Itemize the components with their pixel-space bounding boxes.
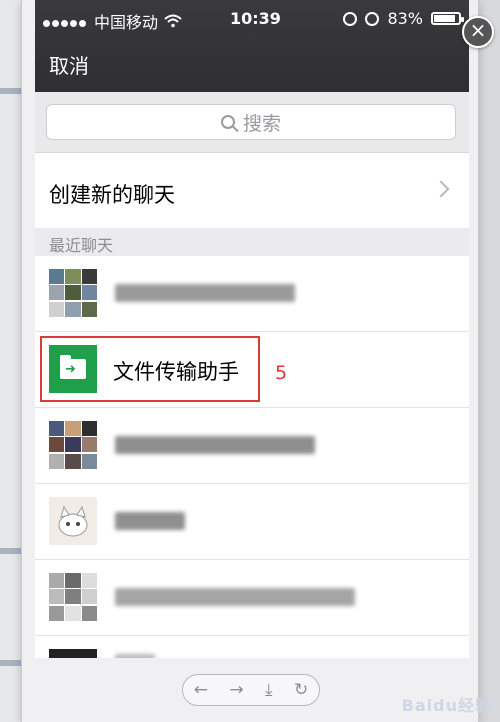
simulator-toolbar: ← → ⤓ ↻ <box>182 674 320 706</box>
obscured-chat-name <box>115 588 355 606</box>
status-time: 10:39 <box>230 9 281 28</box>
list-item[interactable] <box>35 636 469 658</box>
download-icon[interactable]: ⤓ <box>265 680 273 700</box>
group-avatar <box>49 421 97 469</box>
back-arrow-icon[interactable]: ← <box>194 680 208 700</box>
cat-avatar <box>49 497 97 545</box>
annotation-step-number: 5 <box>275 362 288 384</box>
dark-avatar <box>49 649 97 658</box>
create-new-chat-label: 创建新的聊天 <box>49 183 175 207</box>
annotation-highlight-box <box>40 336 260 402</box>
create-new-chat-row[interactable]: 创建新的聊天 <box>35 152 469 229</box>
obscured-chat-name <box>115 654 155 658</box>
carrier-label: 中国移动 <box>94 13 159 32</box>
watermark-logo: Baidu经验 <box>401 696 492 715</box>
phone-screen: 中国移动 10:39 83% 取消 搜索 创建新的聊天 最近聊天 ➜ 文件传输助… <box>35 0 469 658</box>
close-icon[interactable]: × <box>462 16 494 48</box>
refresh-icon[interactable]: ↻ <box>294 680 308 700</box>
signal-dots-icon <box>43 12 88 31</box>
obscured-chat-name <box>115 284 295 302</box>
recent-chats-list: ➜ 文件传输助手 5 <box>35 256 469 658</box>
navigation-bar: 中国移动 10:39 83% 取消 <box>35 0 469 92</box>
obscured-chat-name <box>115 512 185 530</box>
search-area: 搜索 <box>35 92 469 152</box>
status-bar: 中国移动 10:39 83% <box>35 0 469 36</box>
forward-arrow-icon[interactable]: → <box>229 680 243 700</box>
alarm-icon <box>365 11 380 26</box>
simulator-window: 中国移动 10:39 83% 取消 搜索 创建新的聊天 最近聊天 ➜ 文件传输助… <box>22 0 478 722</box>
chevron-right-icon <box>432 180 450 198</box>
group-avatar <box>49 269 97 317</box>
list-item[interactable] <box>35 256 469 332</box>
list-item[interactable] <box>35 560 469 636</box>
search-placeholder: 搜索 <box>242 112 281 135</box>
list-item[interactable] <box>35 408 469 484</box>
search-input[interactable]: 搜索 <box>46 104 456 140</box>
cancel-button[interactable]: 取消 <box>49 50 89 79</box>
group-avatar <box>49 573 97 621</box>
search-icon <box>220 115 235 129</box>
battery-percent: 83% <box>387 9 423 28</box>
recent-chats-header-label: 最近聊天 <box>49 236 114 255</box>
rotation-lock-icon <box>343 11 358 26</box>
battery-icon <box>431 12 464 25</box>
list-item[interactable] <box>35 484 469 560</box>
recent-chats-header: 最近聊天 <box>35 228 469 256</box>
wifi-icon <box>164 14 182 28</box>
obscured-chat-name <box>115 436 315 454</box>
list-item-file-transfer[interactable]: ➜ 文件传输助手 5 <box>35 332 469 408</box>
